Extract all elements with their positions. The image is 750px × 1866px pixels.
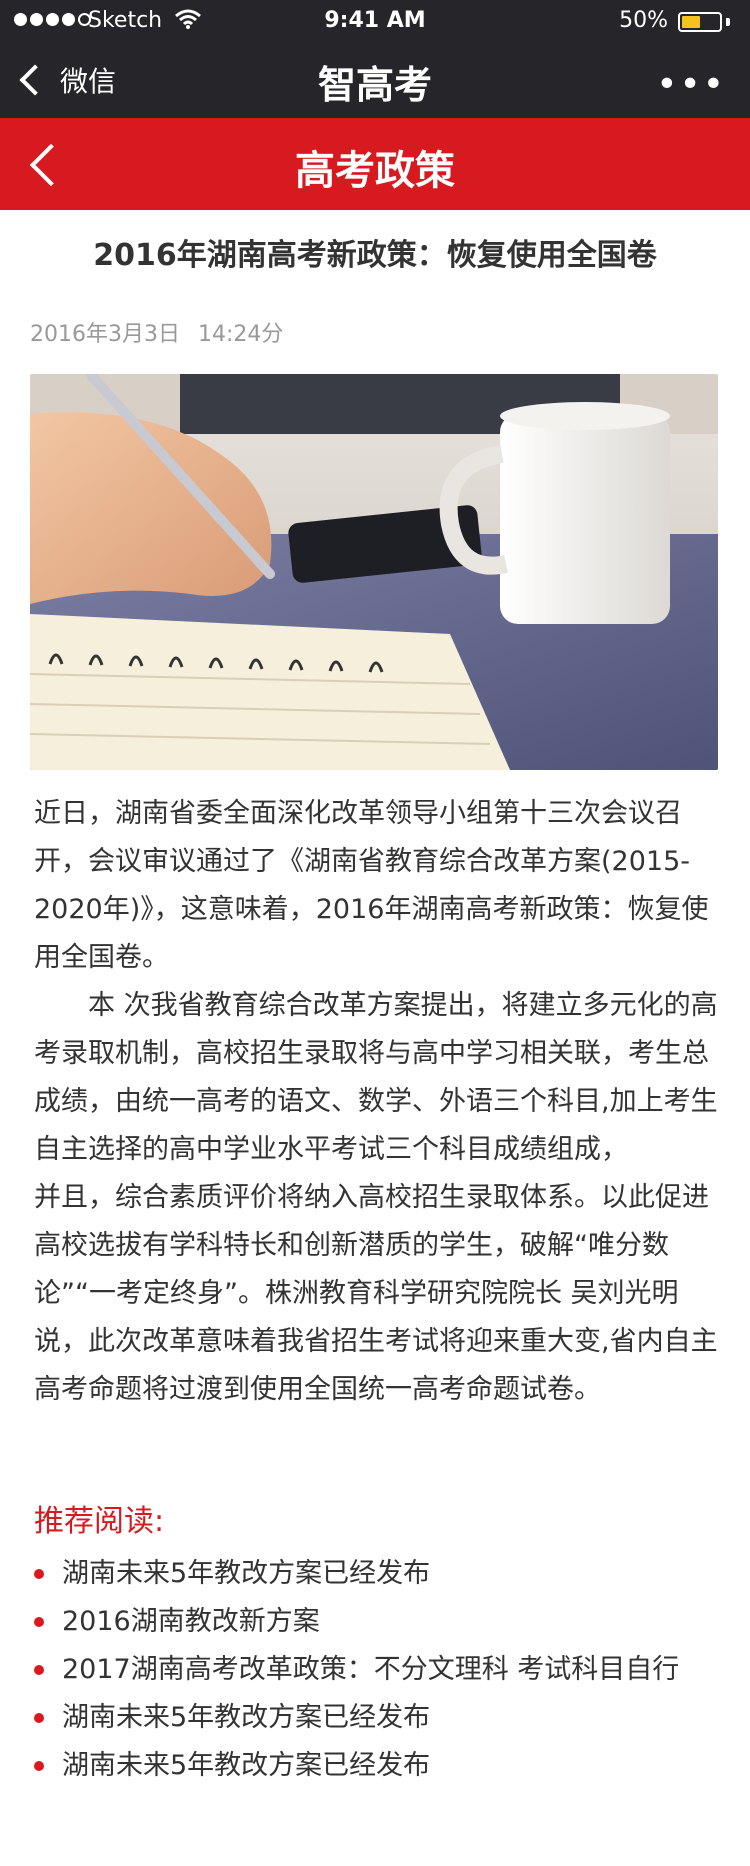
recommend-item[interactable]: 湖南未来5年教改方案已经发布 <box>34 1742 724 1790</box>
recommend-item[interactable]: 湖南未来5年教改方案已经发布 <box>34 1550 724 1598</box>
recommend-list: 湖南未来5年教改方案已经发布 2016湖南教改新方案 2017湖南高考改革政策：… <box>34 1550 724 1790</box>
more-options-icon[interactable]: ••• <box>656 64 726 105</box>
recommend-item-label: 湖南未来5年教改方案已经发布 <box>62 1558 431 1589</box>
recommend-item-label: 2016湖南教改新方案 <box>62 1606 320 1637</box>
bullet-icon <box>34 1617 44 1627</box>
recommend-item[interactable]: 湖南未来5年教改方案已经发布 <box>34 1694 724 1742</box>
status-bar: Sketch 9:41 AM 50% <box>0 0 750 44</box>
article-date-time: 14:24分 <box>197 322 284 347</box>
recommend-item[interactable]: 2016湖南教改新方案 <box>34 1598 724 1646</box>
article-date: 2016年3月3日 14:24分 <box>30 316 283 348</box>
bullet-icon <box>34 1761 44 1771</box>
page-header: 高考政策 <box>0 118 750 210</box>
battery-tip <box>726 18 730 26</box>
article-body: 近日，湖南省委全面深化改革领导小组第十三次会议召开，会议审议通过了《湖南省教育综… <box>34 790 724 1414</box>
recommend-title: 推荐阅读: <box>34 1504 165 1539</box>
recommend-item-label: 2017湖南高考改革政策：不分文理科 考试科目自行 <box>62 1654 680 1685</box>
bullet-icon <box>34 1665 44 1675</box>
wechat-title: 智高考 <box>317 63 432 107</box>
page-title: 高考政策 <box>295 148 455 194</box>
article-paragraph: 并且，综合素质评价将纳入高校招生录取体系。以此促进高校选拔有学科特长和创新潜质的… <box>34 1182 718 1405</box>
recommend-item-label: 湖南未来5年教改方案已经发布 <box>62 1750 431 1781</box>
bullet-icon <box>34 1569 44 1579</box>
article-paragraph: 本 次我省教育综合改革方案提出，将建立多元化的高考录取机制，高校招生录取将与高中… <box>34 990 718 1165</box>
article-date-day: 2016年3月3日 <box>30 322 180 347</box>
recommend-item-label: 湖南未来5年教改方案已经发布 <box>62 1702 431 1733</box>
battery-icon <box>678 12 722 32</box>
bullet-icon <box>34 1713 44 1723</box>
battery-percent: 50% <box>619 8 668 33</box>
wechat-nav-bar: 微信 智高考 ••• <box>0 44 750 118</box>
article-title: 2016年湖南高考新政策：恢复使用全国卷 <box>93 238 657 273</box>
article-paragraph: 近日，湖南省委全面深化改革领导小组第十三次会议召开，会议审议通过了《湖南省教育综… <box>34 798 709 973</box>
recommend-item[interactable]: 2017湖南高考改革政策：不分文理科 考试科目自行 <box>34 1646 724 1694</box>
article-hero-image <box>30 374 718 770</box>
